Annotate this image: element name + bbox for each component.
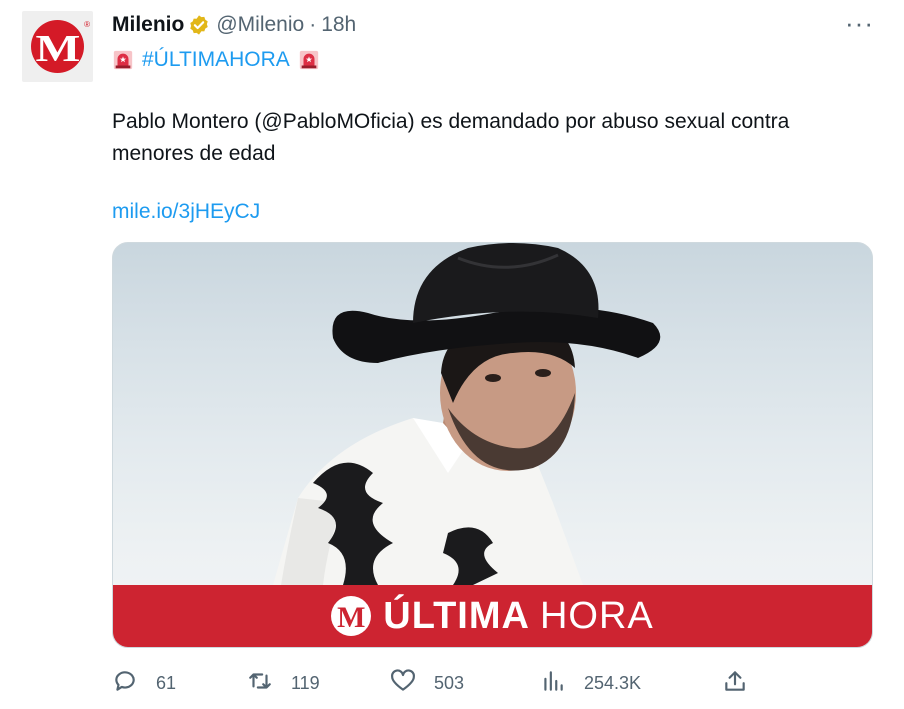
photo-illustration (273, 243, 661, 585)
media-image[interactable]: M ÚLTIMA HORA (112, 242, 873, 648)
banner-title-light: HORA (539, 594, 654, 637)
more-icon[interactable]: ··· (845, 10, 874, 36)
hashtag-link[interactable]: #ÚLTIMAHORA (142, 48, 290, 72)
views-icon (540, 668, 566, 699)
siren-icon (298, 49, 320, 71)
tweet-header: Milenio @Milenio · 18h (112, 12, 356, 38)
like-icon (390, 668, 416, 699)
avatar[interactable]: M ® (22, 11, 93, 82)
share-icon (722, 668, 748, 699)
timestamp[interactable]: 18h (321, 13, 356, 37)
retweet-count: 119 (291, 672, 320, 693)
retweet-icon (247, 668, 273, 699)
siren-icon (112, 49, 134, 71)
reply-button[interactable]: 61 (112, 668, 176, 698)
milenio-logo: M ® (31, 20, 90, 73)
like-count: 503 (434, 672, 465, 693)
reply-icon (112, 668, 138, 699)
logo-letter: M (35, 27, 80, 70)
views-button[interactable]: 254.3K (540, 668, 641, 698)
banner-logo-letter: M (337, 600, 366, 634)
banner-title-bold: ÚLTIMA (383, 594, 530, 637)
action-bar: 61 119 503 254.3K (112, 668, 872, 698)
banner-logo: M (331, 596, 372, 636)
tweet-link[interactable]: mile.io/3jHEyCJ (112, 198, 260, 226)
tweet-text: Pablo Montero (@PabloMOficia) es demanda… (112, 110, 790, 165)
author-name[interactable]: Milenio (112, 13, 184, 37)
hashtag-line: #ÚLTIMAHORA (112, 46, 320, 74)
separator-dot: · (309, 13, 317, 36)
registered-mark: ® (84, 20, 90, 29)
like-button[interactable]: 503 (390, 668, 464, 698)
ultima-hora-banner: M ÚLTIMA HORA (113, 585, 872, 647)
tweet[interactable]: M ® Milenio @Milenio · 18h ··· #ÚLTIMAHO… (0, 0, 904, 709)
verified-badge-icon[interactable] (188, 14, 210, 36)
reply-count: 61 (156, 672, 177, 693)
views-count: 254.3K (584, 672, 642, 693)
retweet-button[interactable]: 119 (247, 668, 320, 698)
author-handle[interactable]: @Milenio (216, 13, 304, 37)
share-button[interactable] (722, 668, 748, 698)
